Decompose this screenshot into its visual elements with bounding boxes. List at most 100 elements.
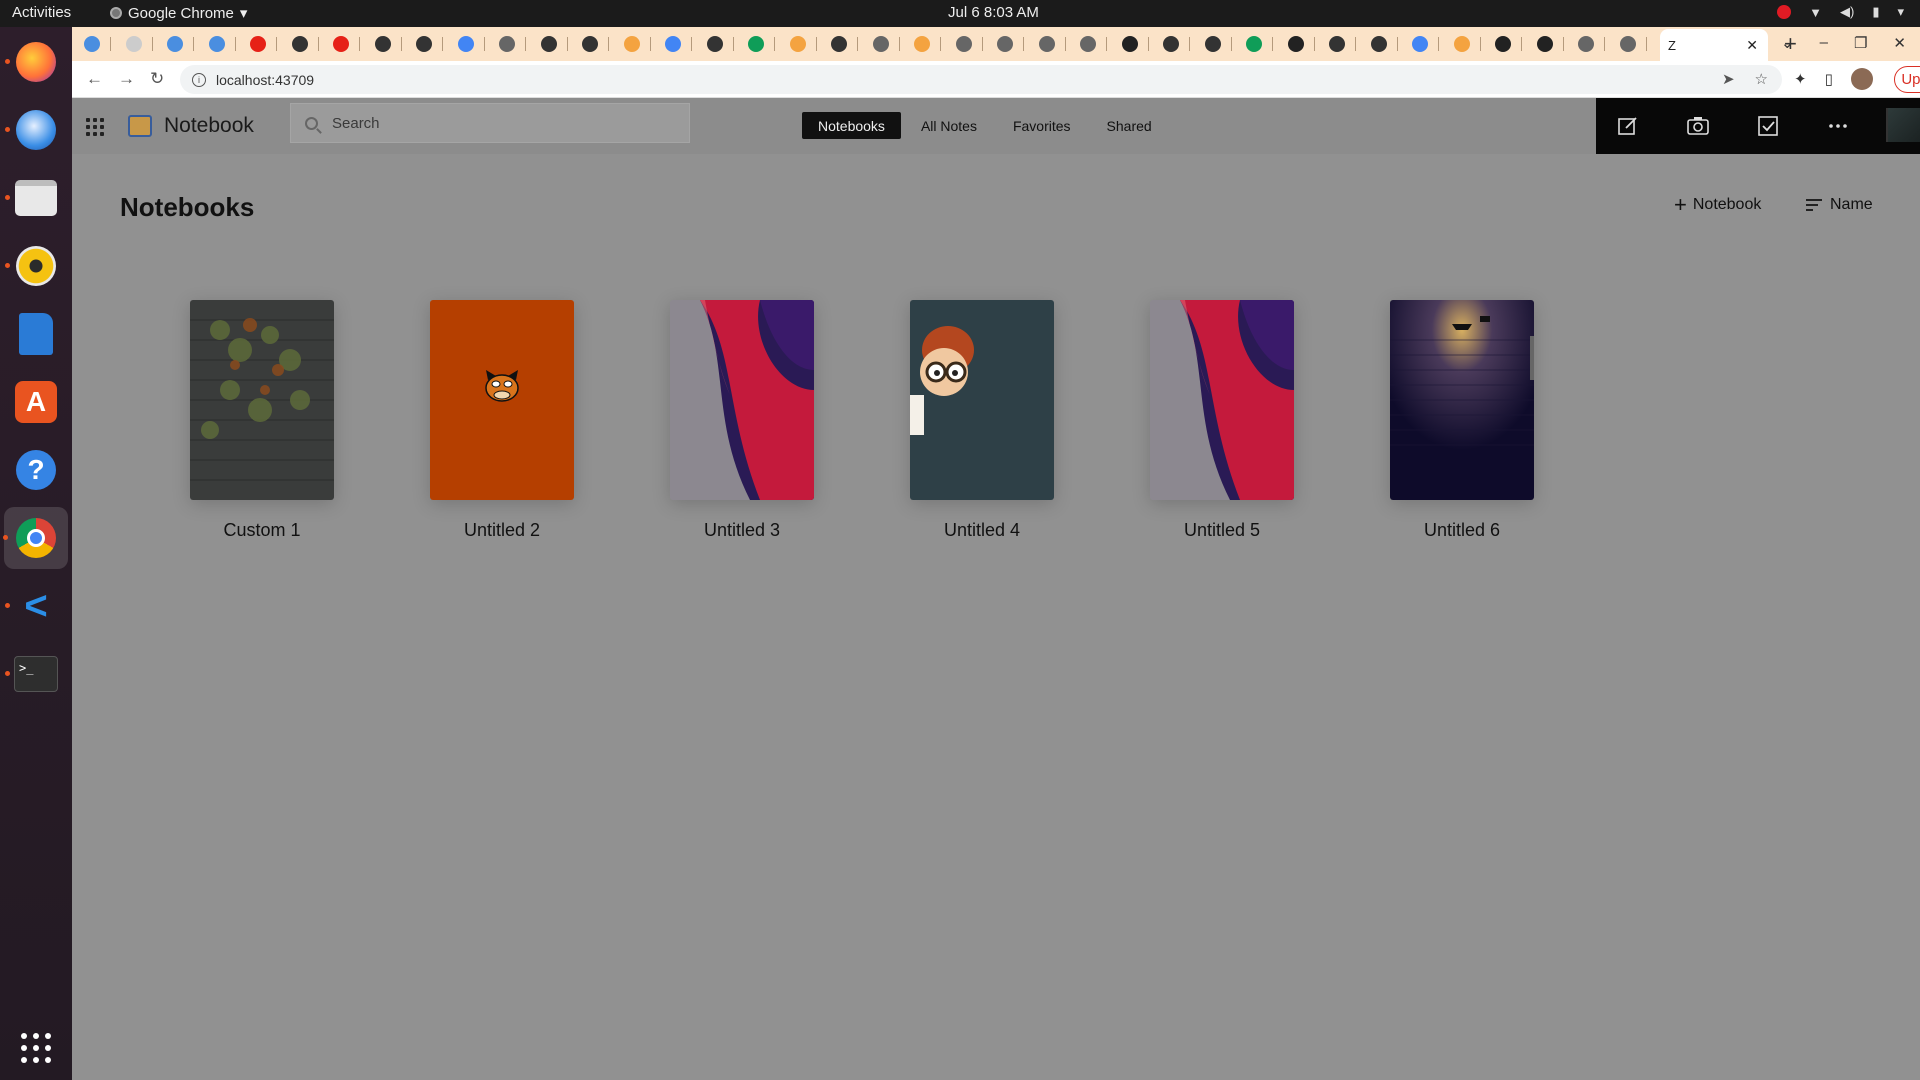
notebook-card[interactable]: Untitled 2	[430, 300, 574, 540]
browser-tab[interactable]	[789, 33, 824, 55]
site-info-icon[interactable]: i	[192, 72, 206, 87]
browser-tab[interactable]	[250, 33, 284, 55]
thunderbird-launcher[interactable]	[5, 105, 61, 155]
notebook-card[interactable]: Untitled 4	[910, 300, 1054, 540]
rhythmbox-launcher[interactable]	[5, 241, 61, 291]
browser-tab[interactable]	[208, 33, 243, 55]
tab-favicon-icon	[665, 36, 681, 52]
browser-tab[interactable]	[1204, 33, 1239, 55]
show-apps-button[interactable]	[11, 1023, 61, 1073]
browser-tab[interactable]	[831, 33, 865, 55]
tab-all-notes[interactable]: All Notes	[905, 112, 993, 139]
browser-tab[interactable]	[997, 33, 1031, 55]
checklist-icon[interactable]	[1756, 114, 1780, 138]
add-notebook-button[interactable]: + Notebook	[1674, 194, 1761, 216]
browser-tab[interactable]	[499, 33, 533, 55]
notebook-cover-ivy-brick-wall	[190, 300, 334, 500]
browser-tab[interactable]	[582, 33, 616, 55]
notebook-title: Untitled 4	[943, 520, 1021, 540]
browser-tab[interactable]	[1163, 33, 1197, 55]
tab-favicon-icon	[1121, 36, 1138, 52]
profile-avatar[interactable]	[1850, 68, 1873, 90]
browser-tab[interactable]	[1329, 33, 1363, 55]
browser-tab[interactable]	[623, 33, 658, 55]
app-launcher-icon[interactable]	[86, 118, 104, 136]
writer-launcher[interactable]	[11, 309, 61, 359]
browser-tab[interactable]	[955, 33, 990, 55]
update-button[interactable]: Update ⋮	[1894, 66, 1920, 93]
tab-favorites[interactable]: Favorites	[997, 112, 1087, 139]
browser-tab[interactable]	[1578, 33, 1612, 55]
browser-tab[interactable]	[872, 33, 907, 55]
browser-tab[interactable]	[1246, 33, 1280, 55]
tab-favicon-icon	[416, 36, 432, 52]
browser-tab[interactable]	[914, 33, 948, 55]
forward-icon[interactable]: →	[118, 69, 135, 89]
chrome-launcher[interactable]	[3, 507, 68, 569]
send-icon[interactable]: ➤	[1722, 70, 1735, 88]
browser-tab[interactable]	[1412, 33, 1446, 55]
browser-tab[interactable]	[1121, 33, 1156, 55]
browser-tab[interactable]	[416, 33, 450, 55]
thunderbird-icon	[16, 110, 56, 150]
app-menu[interactable]: Google Chrome ▾	[110, 4, 247, 22]
browser-tab[interactable]	[748, 33, 782, 55]
vscode-launcher[interactable]: <	[5, 581, 61, 631]
help-launcher[interactable]: ?	[11, 445, 61, 495]
active-tab[interactable]: Z ✕	[1660, 29, 1768, 61]
browser-tab[interactable]	[1287, 33, 1322, 55]
browser-tab[interactable]	[706, 33, 741, 55]
browser-tab[interactable]	[374, 33, 409, 55]
browser-tab[interactable]	[84, 33, 118, 55]
software-launcher[interactable]: A	[11, 377, 61, 427]
browser-tab[interactable]	[1453, 33, 1488, 55]
browser-tab[interactable]	[333, 33, 367, 55]
browser-tab[interactable]	[540, 33, 575, 55]
app-store-icon: A	[15, 381, 57, 423]
minimize-icon[interactable]: –	[1820, 34, 1828, 52]
address-bar[interactable]: i localhost:43709 ➤ ☆	[180, 65, 1782, 94]
app-title: Notebook	[164, 114, 254, 137]
close-window-icon[interactable]: ✕	[1893, 34, 1906, 52]
terminal-launcher[interactable]: >_	[5, 649, 61, 699]
browser-tab[interactable]	[1038, 33, 1073, 55]
search-box[interactable]	[290, 103, 690, 143]
maximize-icon[interactable]: ❐	[1854, 34, 1867, 52]
browser-tab[interactable]	[665, 33, 699, 55]
search-input[interactable]	[332, 114, 652, 132]
tab-search-icon[interactable]: ⌄	[1781, 34, 1794, 52]
more-horiz-icon[interactable]	[1826, 114, 1850, 138]
activities-button[interactable]: Activities	[12, 4, 71, 21]
system-tray[interactable]: ▼ ◀) ▮ ▾	[1777, 4, 1904, 20]
notebook-card[interactable]: Untitled 6	[1390, 300, 1534, 540]
notebook-card[interactable]: Untitled 5	[1150, 300, 1294, 540]
user-avatar[interactable]	[1886, 108, 1920, 142]
bookmark-star-icon[interactable]: ☆	[1755, 70, 1768, 88]
back-icon[interactable]: ←	[86, 69, 103, 89]
browser-tab[interactable]	[457, 33, 492, 55]
browser-tab[interactable]	[1536, 33, 1571, 55]
notebook-card[interactable]: Untitled 3	[670, 300, 814, 540]
clock[interactable]: Jul 6 8:03 AM	[948, 4, 1039, 21]
browser-tab[interactable]	[1080, 33, 1114, 55]
new-note-icon[interactable]	[1616, 114, 1640, 138]
close-tab-icon[interactable]: ✕	[1746, 37, 1758, 54]
browser-tab[interactable]	[167, 33, 201, 55]
browser-tab[interactable]	[1619, 33, 1654, 55]
tab-shared[interactable]: Shared	[1091, 112, 1168, 139]
reload-icon[interactable]: ↻	[150, 69, 164, 89]
browser-toolbar: ← → ↻ i localhost:43709 ➤ ☆ ✦ ▯ Update ⋮	[72, 61, 1920, 98]
camera-icon[interactable]	[1686, 114, 1710, 138]
browser-tab[interactable]	[1495, 33, 1529, 55]
tab-notebooks[interactable]: Notebooks	[802, 112, 901, 139]
side-panel-icon[interactable]: ▯	[1825, 70, 1833, 88]
tab-favicon-icon	[1287, 36, 1304, 52]
sort-button[interactable]: Name	[1806, 196, 1873, 214]
browser-tab[interactable]	[125, 33, 160, 55]
files-launcher[interactable]	[5, 173, 61, 223]
extensions-puzzle-icon[interactable]: ✦	[1794, 70, 1807, 88]
browser-tab[interactable]	[291, 33, 326, 55]
notebook-card[interactable]: Custom 1	[190, 300, 334, 540]
browser-tab[interactable]	[1370, 33, 1405, 55]
firefox-launcher[interactable]	[5, 37, 61, 87]
